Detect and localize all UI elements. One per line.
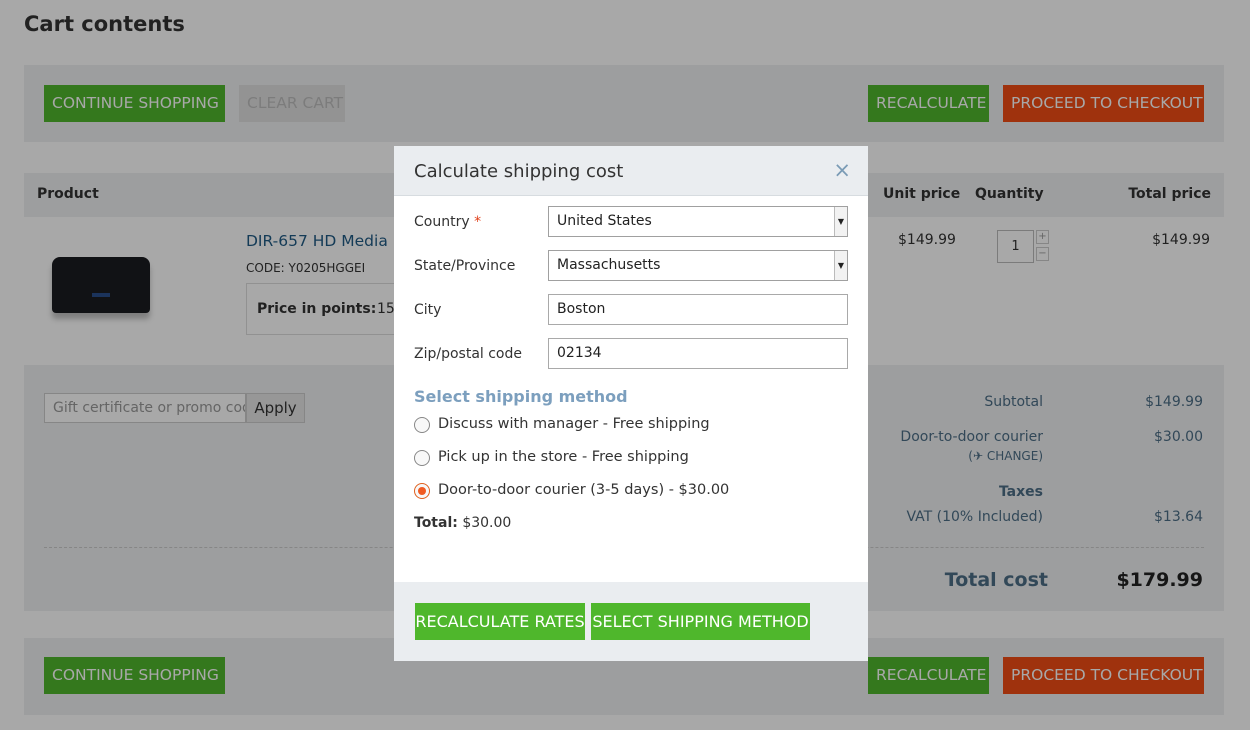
- method-label: Pick up in the store - Free shipping: [438, 449, 689, 465]
- city-input[interactable]: Boston: [548, 294, 848, 325]
- modal-footer: RECALCULATE RATES SELECT SHIPPING METHOD: [394, 582, 868, 661]
- country-select[interactable]: United States ▼: [548, 206, 848, 237]
- close-icon[interactable]: ×: [833, 158, 851, 182]
- shipping-cost-modal: Calculate shipping cost × Country * Unit…: [394, 146, 868, 661]
- required-marker: *: [474, 214, 482, 230]
- radio-button[interactable]: [414, 417, 430, 433]
- shipping-total: Total: $30.00: [414, 515, 512, 531]
- modal-header: Calculate shipping cost ×: [394, 146, 868, 196]
- zip-input[interactable]: 02134: [548, 338, 848, 369]
- select-shipping-method-button[interactable]: SELECT SHIPPING METHOD: [591, 603, 810, 640]
- method-label: Door-to-door courier (3-5 days) - $30.00: [438, 482, 730, 498]
- state-select[interactable]: Massachusetts ▼: [548, 250, 848, 281]
- radio-button[interactable]: [414, 450, 430, 466]
- zip-label: Zip/postal code: [414, 346, 523, 362]
- chevron-down-icon: ▼: [834, 251, 847, 280]
- radio-button-selected[interactable]: [414, 483, 430, 499]
- method-label: Discuss with manager - Free shipping: [438, 416, 710, 432]
- modal-title: Calculate shipping cost: [414, 161, 624, 182]
- recalculate-rates-button[interactable]: RECALCULATE RATES: [415, 603, 585, 640]
- country-label: Country *: [414, 214, 482, 230]
- state-label: State/Province: [414, 258, 516, 274]
- chevron-down-icon: ▼: [834, 207, 847, 236]
- city-label: City: [414, 302, 442, 318]
- shipping-method-title: Select shipping method: [414, 387, 628, 406]
